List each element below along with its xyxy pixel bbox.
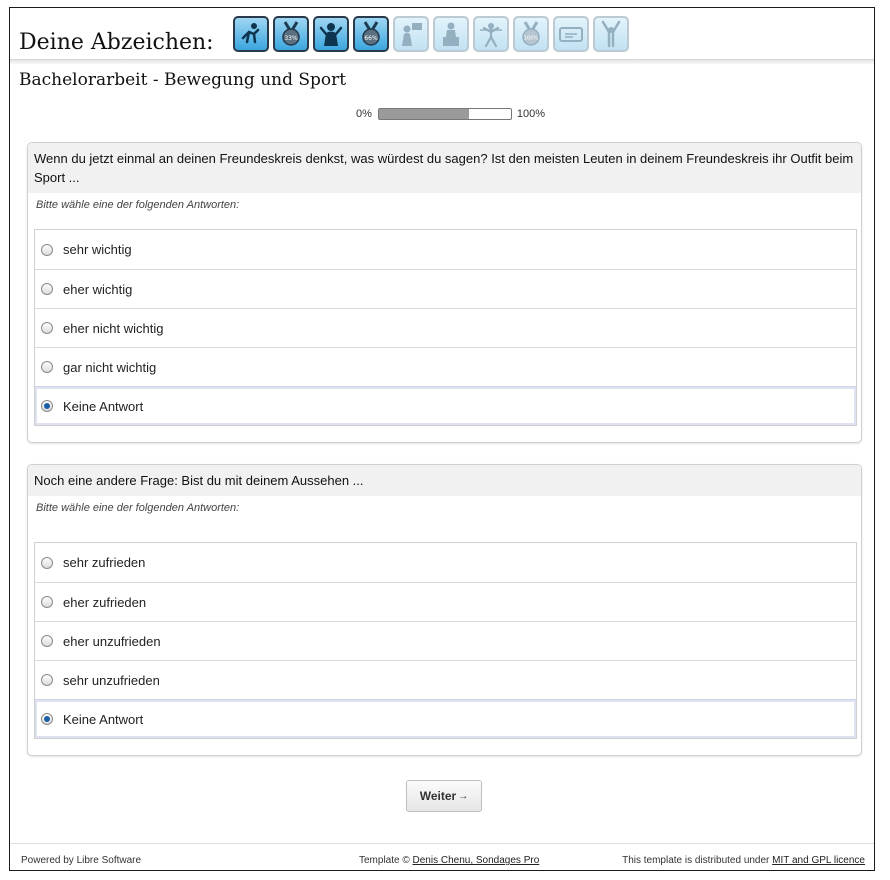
radio-button[interactable]: [41, 322, 53, 334]
radio-button[interactable]: [41, 674, 53, 686]
radio-button[interactable]: [41, 243, 53, 256]
progress-max-label: 100%: [516, 108, 546, 120]
badge-athlete: [313, 16, 349, 52]
question-help: Bitte wähle eine der folgenden Antworten…: [36, 502, 240, 514]
radio-button[interactable]: [41, 596, 53, 608]
footer-license-prefix: This template is distributed under: [622, 855, 773, 866]
footer-template-prefix: Template ©: [359, 855, 413, 866]
badge-ticket: [553, 16, 589, 52]
header-divider: [10, 59, 874, 64]
question-appearance: Noch eine andere Frage: Bist du mit dein…: [27, 464, 862, 756]
answer-label: sehr unzufrieden: [63, 672, 160, 688]
answer-option[interactable]: sehr zufrieden: [35, 543, 856, 582]
progress-bar: [377, 108, 512, 120]
answer-option[interactable]: sehr unzufrieden: [35, 660, 856, 699]
answer-label: eher zufrieden: [63, 594, 147, 610]
answer-label: eher unzufrieden: [63, 633, 161, 649]
footer-license-link[interactable]: MIT and GPL licence: [772, 855, 865, 866]
badge-medal-33: 33%: [273, 16, 309, 52]
answer-option[interactable]: eher wichtig: [35, 269, 856, 308]
badge-podium: [433, 16, 469, 52]
answer-label: Keine Antwort: [63, 398, 144, 414]
badge-medal-33-label: 33%: [284, 35, 298, 42]
next-button[interactable]: Weiter →: [406, 780, 482, 812]
footer-author-link[interactable]: Denis Chenu, Sondages Pro: [413, 855, 540, 866]
answer-label: eher wichtig: [63, 281, 133, 297]
question-outfit: Wenn du jetzt einmal an deinen Freundesk…: [27, 142, 862, 443]
badges-header: Deine Abzeichen: 33% 66% 100%: [10, 8, 874, 64]
podium-icon: [443, 22, 459, 46]
answer-option[interactable]: eher zufrieden: [35, 582, 856, 621]
question-help: Bitte wähle eine der folgenden Antworten…: [36, 199, 240, 211]
progress-indicator: 0% 100%: [356, 108, 545, 120]
radio-button-selected[interactable]: [41, 400, 53, 412]
radio-button[interactable]: [41, 556, 53, 569]
badge-medal-66: 66%: [353, 16, 389, 52]
person-sign-icon: [402, 23, 422, 46]
badges-title: Deine Abzeichen:: [19, 30, 214, 55]
radio-button[interactable]: [41, 283, 53, 295]
footer-license: This template is distributed under MIT a…: [622, 855, 865, 866]
answer-list: sehr wichtig eher wichtig eher nicht wic…: [34, 229, 857, 426]
answer-option[interactable]: eher unzufrieden: [35, 621, 856, 660]
question-text: Wenn du jetzt einmal an deinen Freundesk…: [28, 143, 861, 193]
answer-label: gar nicht wichtig: [63, 359, 157, 375]
survey-title: Bachelorarbeit - Bewegung und Sport: [19, 70, 347, 90]
answer-label: sehr zufrieden: [63, 555, 146, 570]
answer-list: sehr zufrieden eher zufrieden eher unzuf…: [34, 542, 857, 739]
footer-powered-by: Powered by Libre Software: [21, 855, 142, 866]
radio-button-selected[interactable]: [41, 713, 53, 725]
badge-person-sign: [393, 16, 429, 52]
ticket-icon: [559, 27, 583, 42]
footer: Powered by Libre Software Template © Den…: [10, 843, 874, 872]
badge-finish-line: [473, 16, 509, 52]
arrow-right-icon: →: [458, 790, 469, 802]
question-text: Noch eine andere Frage: Bist du mit dein…: [28, 465, 861, 496]
footer-template: Template © Denis Chenu, Sondages Pro: [359, 855, 539, 866]
runner-icon: [241, 23, 260, 44]
answer-option[interactable]: gar nicht wichtig: [35, 347, 856, 386]
medal-100-icon: 100%: [522, 21, 540, 46]
badge-runner: [233, 16, 269, 52]
answer-option-selected[interactable]: Keine Antwort: [35, 699, 856, 738]
radio-button[interactable]: [41, 635, 53, 647]
next-button-label: Weiter: [419, 789, 457, 803]
badge-medal-100-label: 100%: [524, 36, 539, 42]
medal-66-icon: 66%: [362, 21, 380, 46]
answer-label: eher nicht wichtig: [63, 320, 164, 336]
badge-victory: [593, 16, 629, 52]
athlete-icon: [319, 23, 343, 46]
answer-option[interactable]: eher nicht wichtig: [35, 308, 856, 347]
medal-33-icon: 33%: [282, 21, 300, 46]
finish-line-icon: [480, 23, 502, 48]
answer-label: sehr wichtig: [63, 242, 132, 257]
progress-min-label: 0%: [356, 108, 372, 120]
answer-option-selected[interactable]: Keine Antwort: [35, 386, 856, 425]
progress-fill: [378, 109, 469, 119]
answer-label: Keine Antwort: [63, 711, 144, 727]
badge-medal-100: 100%: [513, 16, 549, 52]
radio-button[interactable]: [41, 361, 53, 373]
badge-medal-66-label: 66%: [364, 35, 378, 42]
survey-page: Deine Abzeichen: 33% 66% 100% Bachelorar…: [9, 7, 875, 871]
victory-icon: [601, 20, 621, 48]
answer-option[interactable]: sehr wichtig: [35, 230, 856, 269]
badges-row: 33% 66% 100%: [233, 16, 629, 52]
